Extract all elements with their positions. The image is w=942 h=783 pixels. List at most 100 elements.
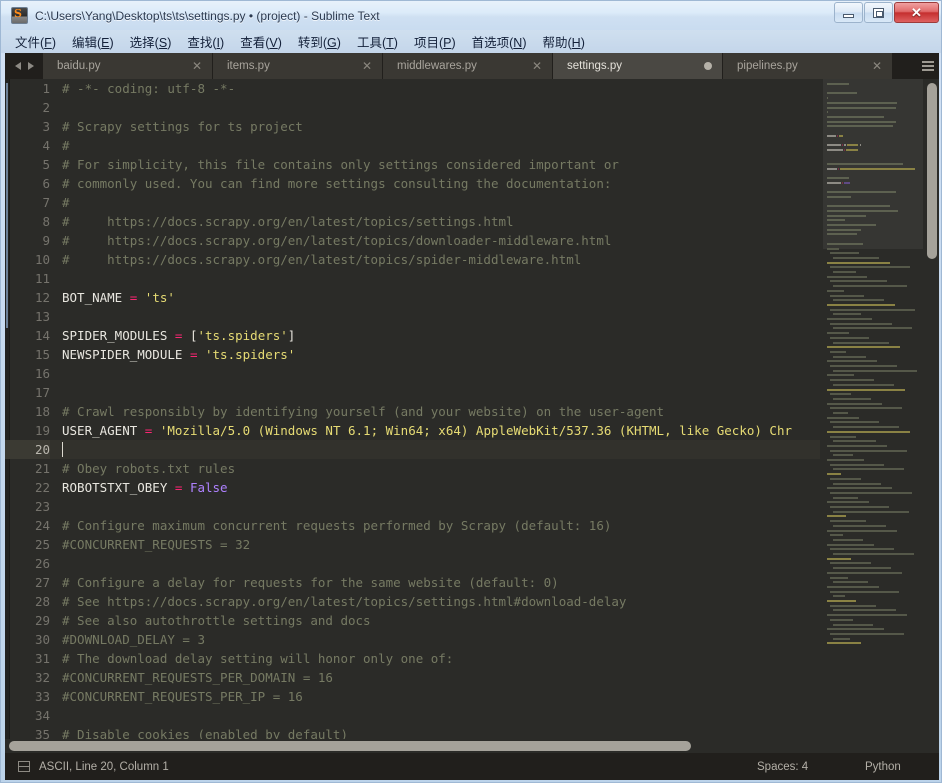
code-line[interactable]: 1 # -*- coding: utf-8 -*-	[5, 79, 820, 98]
menu-item-mnemonic: V	[269, 36, 278, 50]
code-line[interactable]: 28 # See https://docs.scrapy.org/en/lates…	[5, 592, 820, 611]
horizontal-scrollbar[interactable]	[5, 739, 939, 753]
minimap-line-segment	[830, 280, 887, 283]
code-line[interactable]: 11	[5, 269, 820, 288]
tab-next-icon[interactable]	[27, 62, 34, 70]
code-line[interactable]: 4 #	[5, 136, 820, 155]
tab-middlewares-py[interactable]: middlewares.py ✕	[383, 53, 553, 79]
menu-item-3[interactable]: 选择(S)	[122, 30, 180, 53]
line-number: 27	[34, 575, 50, 590]
minimap-line-segment	[827, 181, 842, 184]
minimap-line-segment	[827, 115, 884, 118]
line-number: 9	[42, 233, 50, 248]
vertical-scrollbar[interactable]	[925, 79, 939, 739]
line-content: # See also autothrottle settings and doc…	[62, 611, 371, 630]
line-content: # commonly used. You can find more setti…	[62, 174, 611, 193]
menu-item-2[interactable]: 编辑(E)	[64, 30, 122, 53]
code-line[interactable]: 32 #CONCURRENT_REQUESTS_PER_DOMAIN = 16	[5, 668, 820, 687]
status-syntax[interactable]: Python	[865, 761, 901, 773]
line-content: # https://docs.scrapy.org/en/latest/topi…	[62, 231, 611, 250]
code-line[interactable]: 34	[5, 706, 820, 725]
status-indentation[interactable]: Spaces: 4	[757, 761, 808, 773]
code-line[interactable]: 20	[5, 440, 820, 459]
line-content: #	[62, 193, 70, 212]
minimap-line-segment	[827, 289, 844, 292]
minimap-line-segment	[827, 487, 892, 490]
line-number: 11	[34, 271, 50, 286]
menu-item-10[interactable]: 帮助(H)	[535, 30, 593, 53]
code-line[interactable]: 3 # Scrapy settings for ts project	[5, 117, 820, 136]
menu-item-4[interactable]: 查找(I)	[179, 30, 232, 53]
tab-list: baidu.py ✕ items.py ✕ middlewares.py ✕ setting…	[43, 53, 917, 79]
tab-close-icon[interactable]: ✕	[872, 60, 882, 72]
tab-items-py[interactable]: items.py ✕	[213, 53, 383, 79]
tab-pipelines-py[interactable]: pipelines.py ✕	[723, 53, 893, 79]
code-line[interactable]: 29 # See also autothrottle settings and d…	[5, 611, 820, 630]
line-content: # Disable cookies (enabled by default)	[62, 725, 348, 739]
minimap-line-segment	[833, 271, 856, 273]
menu-item-8[interactable]: 项目(P)	[406, 30, 464, 53]
minimap-line-segment	[827, 585, 879, 588]
panel-toggle-icon[interactable]	[18, 761, 30, 772]
code-line[interactable]: 35 # Disable cookies (enabled by default)	[5, 725, 820, 739]
code-line[interactable]: 13	[5, 307, 820, 326]
code-line[interactable]: 2	[5, 98, 820, 117]
code-line[interactable]: 22 ROBOTSTXT_OBEY = False	[5, 478, 820, 497]
restore-button[interactable]	[864, 2, 893, 23]
tab-overflow-menu-button[interactable]	[917, 53, 939, 79]
minimap-line-segment	[830, 618, 853, 621]
minimize-button[interactable]	[834, 2, 863, 23]
minimap[interactable]	[823, 79, 923, 739]
code-line[interactable]: 17	[5, 383, 820, 402]
line-content: # Scrapy settings for ts project	[62, 117, 303, 136]
code-line[interactable]: 18 # Crawl responsibly by identifying you…	[5, 402, 820, 421]
vertical-scrollbar-thumb[interactable]	[927, 83, 937, 259]
menu-item-7[interactable]: 工具(T)	[349, 30, 406, 53]
tab-close-icon[interactable]: ✕	[192, 60, 202, 72]
code-line[interactable]: 7 #	[5, 193, 820, 212]
line-content	[62, 440, 63, 459]
tab-settings-py[interactable]: settings.py	[553, 53, 723, 79]
minimap-line-segment	[827, 247, 839, 250]
code-line[interactable]: 6 # commonly used. You can find more sett…	[5, 174, 820, 193]
code-line[interactable]: 21 # Obey robots.txt rules	[5, 459, 820, 478]
code-line[interactable]: 24 # Configure maximum concurrent request…	[5, 516, 820, 535]
code-line[interactable]: 26	[5, 554, 820, 573]
minimap-line-segment	[833, 609, 896, 612]
minimap-line-segment	[833, 553, 914, 555]
token-cm: # For simplicity, this file contains onl…	[62, 157, 619, 172]
code-line[interactable]: 14 SPIDER_MODULES = ['ts.spiders']	[5, 326, 820, 345]
close-button[interactable]: ✕	[894, 2, 939, 23]
menu-item-6[interactable]: 转到(G)	[290, 30, 349, 53]
code-line[interactable]: 9 # https://docs.scrapy.org/en/latest/top…	[5, 231, 820, 250]
code-line[interactable]: 31 # The download delay setting will hono…	[5, 649, 820, 668]
code-line[interactable]: 16	[5, 364, 820, 383]
horizontal-scrollbar-thumb[interactable]	[9, 741, 691, 751]
tab-nav-arrows[interactable]	[5, 53, 43, 79]
code-line[interactable]: 12 BOT_NAME = 'ts'	[5, 288, 820, 307]
code-line[interactable]: 15 NEWSPIDER_MODULE = 'ts.spiders'	[5, 345, 820, 364]
code-line[interactable]: 25 #CONCURRENT_REQUESTS = 32	[5, 535, 820, 554]
code-line[interactable]: 19 USER_AGENT = 'Mozilla/5.0 (Windows NT …	[5, 421, 820, 440]
menu-item-1[interactable]: 文件(F)	[7, 30, 64, 53]
code-line[interactable]: 8 # https://docs.scrapy.org/en/latest/top…	[5, 212, 820, 231]
code-line[interactable]: 5 # For simplicity, this file contains on…	[5, 155, 820, 174]
tab-prev-icon[interactable]	[14, 62, 21, 70]
code-text-pane[interactable]: 1 # -*- coding: utf-8 -*- 2 3 # Scrapy setti…	[5, 79, 820, 739]
line-content: #CONCURRENT_REQUESTS_PER_DOMAIN = 16	[62, 668, 333, 687]
minimap-line-segment	[838, 167, 840, 170]
minimap-line-segment	[827, 318, 872, 320]
code-line[interactable]: 30 #DOWNLOAD_DELAY = 3	[5, 630, 820, 649]
tab-close-icon[interactable]: ✕	[362, 60, 372, 72]
code-line[interactable]: 27 # Configure a delay for requests for t…	[5, 573, 820, 592]
code-line[interactable]: 33 #CONCURRENT_REQUESTS_PER_IP = 16	[5, 687, 820, 706]
tab-baidu-py[interactable]: baidu.py ✕	[43, 53, 213, 79]
menu-item-9[interactable]: 首选项(N)	[464, 30, 535, 53]
code-line[interactable]: 10 # https://docs.scrapy.org/en/latest/to…	[5, 250, 820, 269]
menu-item-5[interactable]: 查看(V)	[232, 30, 290, 53]
minimap-line-segment	[827, 205, 890, 208]
code-line[interactable]: 23	[5, 497, 820, 516]
token-cm: #	[62, 138, 70, 153]
tab-unsaved-indicator[interactable]	[704, 62, 712, 70]
tab-close-icon[interactable]: ✕	[532, 60, 542, 72]
